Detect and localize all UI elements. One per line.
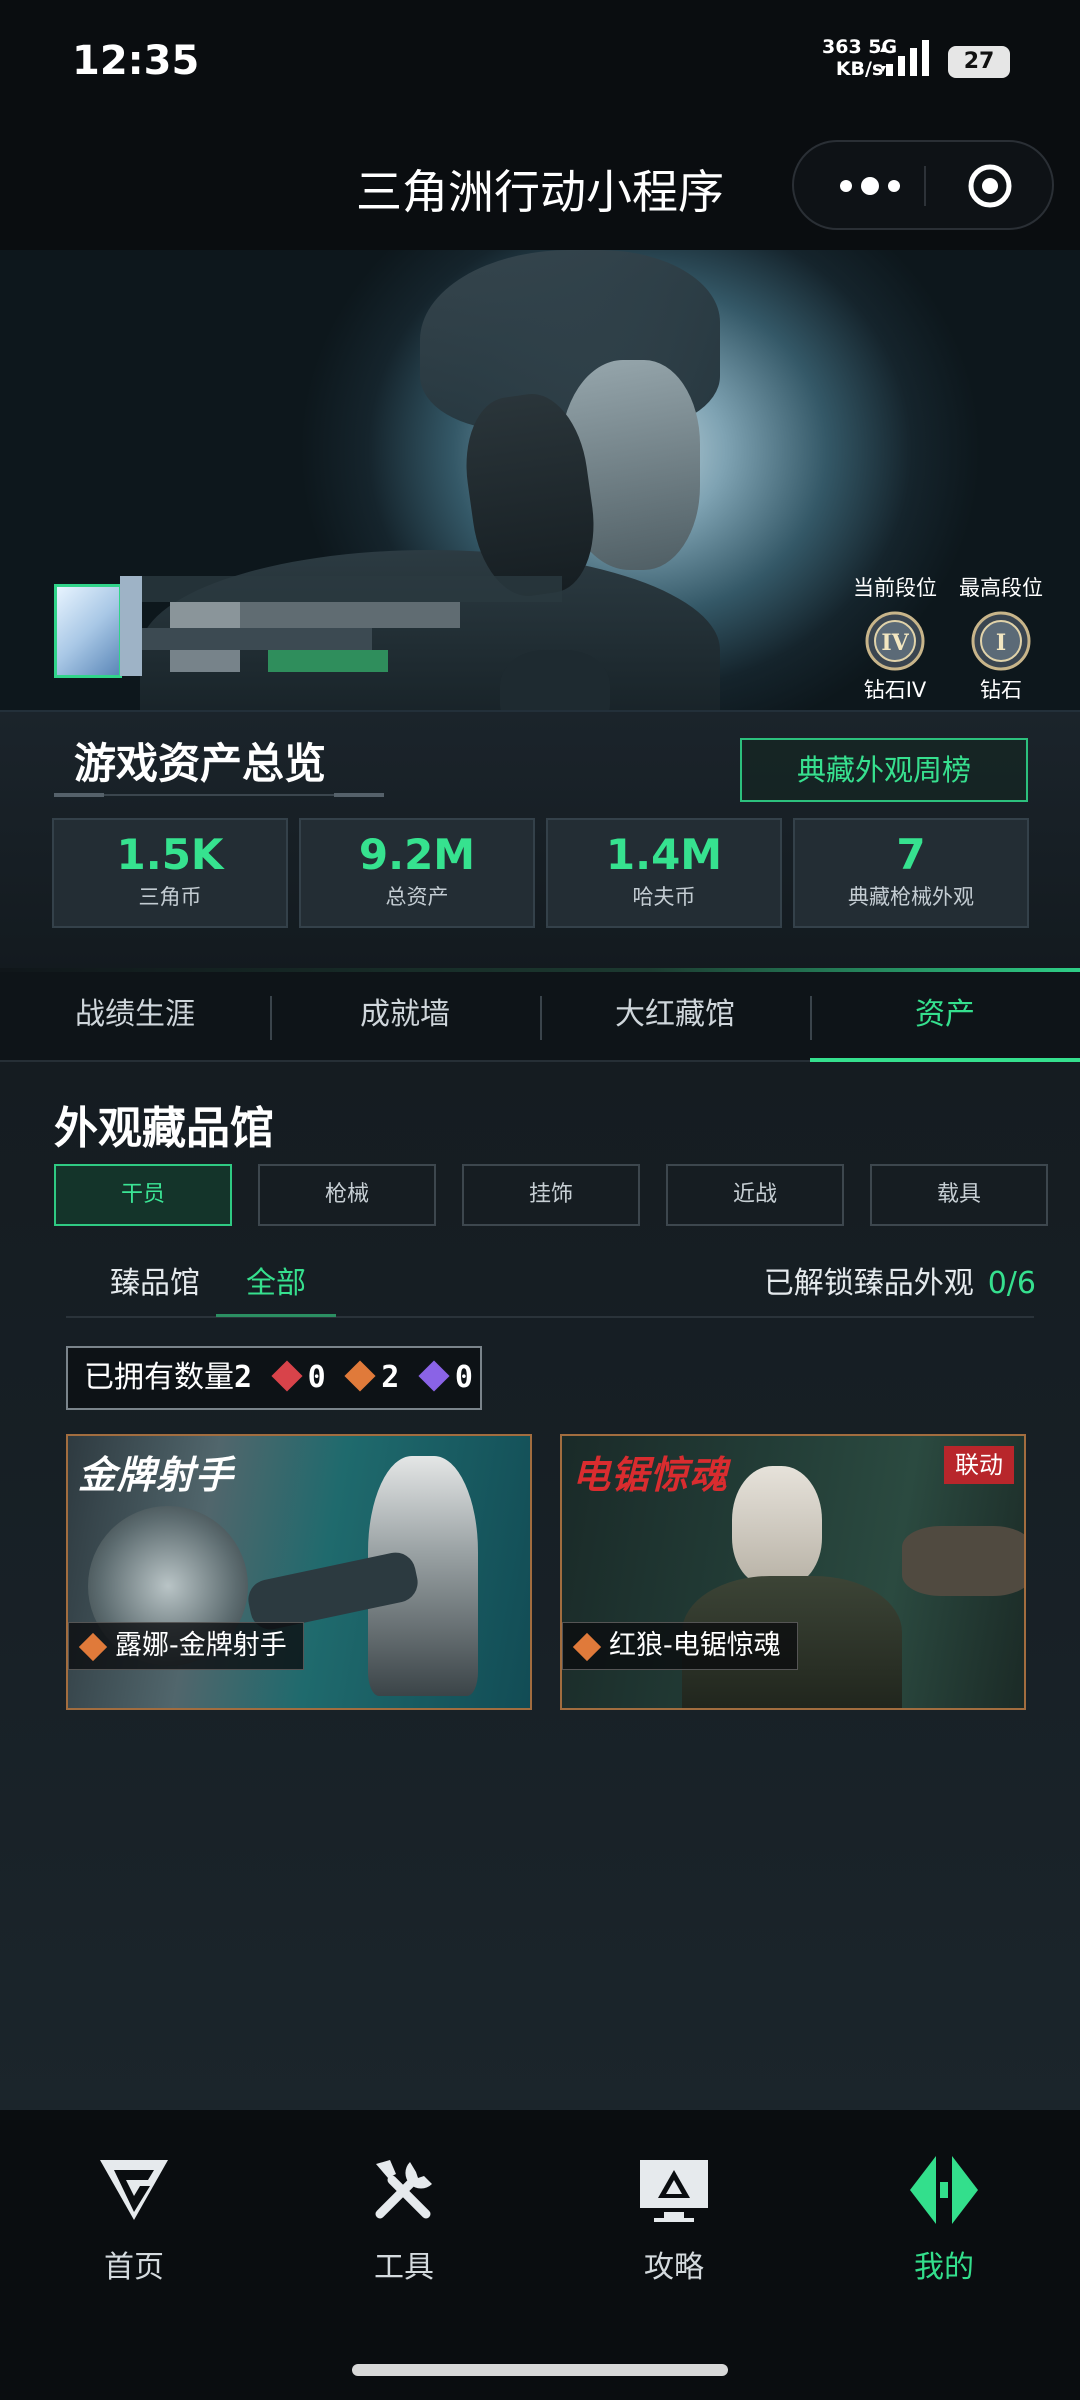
collab-badge: 联动 <box>944 1446 1014 1484</box>
tab-assets[interactable]: 资产 <box>810 972 1080 1062</box>
signal-icon <box>880 40 929 76</box>
status-time: 12:35 <box>72 38 200 84</box>
owned-red: 0 <box>307 1360 326 1395</box>
weekly-ranking-button[interactable]: 典藏外观周榜 <box>740 738 1028 802</box>
skin-name: 露娜-金牌射手 <box>115 1630 287 1661</box>
title-underline <box>54 793 384 800</box>
stat-total-assets: 9.2M 总资产 <box>299 818 535 928</box>
bottom-navigation: 首页 工具 攻略 我的 <box>0 2110 1080 2400</box>
home-indicator[interactable] <box>352 2364 728 2376</box>
subtab-divider <box>66 1316 1034 1318</box>
asset-overview: 游戏资产总览 典藏外观周榜 1.5K 三角币 9.2M 总资产 1.4M 哈夫币… <box>0 710 1080 972</box>
stat-value: 7 <box>896 830 926 879</box>
owned-label: 已拥有数量 <box>84 1360 234 1395</box>
owned-orange: 2 <box>381 1360 400 1395</box>
current-rank-label: 当前段位 <box>853 576 937 600</box>
profile-tabs: 战绩生涯 成就墙 大红藏馆 资产 <box>0 972 1080 1062</box>
stat-label: 总资产 <box>385 885 449 909</box>
stat-label: 典藏枪械外观 <box>848 885 974 909</box>
battery-icon: 27 <box>948 46 1010 78</box>
home-logo-icon <box>100 2160 168 2220</box>
skin-card[interactable]: 金牌射手 露娜-金牌射手 <box>66 1434 532 1710</box>
nav-tools[interactable]: 工具 <box>314 2152 494 2286</box>
nav-label: 首页 <box>104 2250 164 2285</box>
purple-rarity-icon <box>418 1359 450 1392</box>
collection-title: 外观藏品馆 <box>54 1103 274 1154</box>
diamond-rank-badge-icon: IV <box>865 611 925 671</box>
orange-rarity-icon <box>572 1632 602 1662</box>
subtab-active-indicator <box>216 1314 336 1317</box>
category-operators[interactable]: 干员 <box>54 1164 232 1226</box>
profile-logo-icon <box>910 2156 978 2224</box>
stat-label: 三角币 <box>138 885 202 909</box>
more-icon[interactable] <box>830 164 910 208</box>
skin-card[interactable]: 电锯惊魂 联动 红狼-电锯惊魂 <box>560 1434 1026 1710</box>
stat-delta-coin: 1.5K 三角币 <box>52 818 288 928</box>
stat-gun-skins: 7 典藏枪械外观 <box>793 818 1029 928</box>
skin-name: 红狼-电锯惊魂 <box>609 1630 781 1661</box>
stat-value: 1.4M <box>605 830 723 879</box>
red-rarity-icon <box>271 1359 303 1392</box>
highest-rank-label: 最高段位 <box>959 576 1043 600</box>
skin-logo: 金牌射手 <box>78 1453 235 1497</box>
unlocked-count: 已解锁臻品外观 0/6 <box>764 1258 1036 1302</box>
title-bar: 三角洲行动小程序 <box>0 120 1080 250</box>
diamond-rank-badge-icon: I <box>971 611 1031 671</box>
skin-name-tag: 露娜-金牌射手 <box>68 1622 304 1670</box>
stat-value: 1.5K <box>116 830 224 879</box>
guide-icon <box>640 2160 708 2222</box>
overview-title: 游戏资产总览 <box>74 739 327 788</box>
category-charms[interactable]: 挂饰 <box>462 1164 640 1226</box>
tab-career[interactable]: 战绩生涯 <box>0 972 270 1062</box>
profile-banner: 当前段位 IV 钻石IV 最高段位 I 钻石 <box>0 250 1080 710</box>
capsule-divider <box>924 166 926 206</box>
close-miniprogram-icon[interactable] <box>966 162 1014 210</box>
category-vehicles[interactable]: 载具 <box>870 1164 1048 1226</box>
nav-label: 我的 <box>914 2250 974 2285</box>
net-speed-value: 363 <box>822 36 862 58</box>
status-bar: 12:35 363 5G KB/s 27 <box>0 0 1080 120</box>
stat-value: 9.2M <box>358 830 476 879</box>
nav-guide[interactable]: 攻略 <box>584 2152 764 2286</box>
owned-purple: 0 <box>454 1360 473 1395</box>
miniprogram-capsule <box>792 140 1054 230</box>
highest-rank-name: 钻石 <box>980 678 1022 702</box>
collection-section: 外观藏品馆 干员 枪械 挂饰 近战 载具 臻品馆 全部 已解锁臻品外观 0/6 已… <box>0 1062 1080 2110</box>
nav-label: 工具 <box>374 2250 434 2285</box>
nav-label: 攻略 <box>644 2250 704 2285</box>
category-guns[interactable]: 枪械 <box>258 1164 436 1226</box>
avatar[interactable] <box>54 584 122 678</box>
owned-count-box: 已拥有数量2 0 2 0 <box>66 1346 482 1410</box>
highest-rank-numeral: I <box>996 630 1006 656</box>
orange-rarity-icon <box>78 1632 108 1662</box>
skin-logo: 电锯惊魂 <box>572 1453 729 1497</box>
category-melee[interactable]: 近战 <box>666 1164 844 1226</box>
nav-home[interactable]: 首页 <box>44 2152 224 2286</box>
current-rank-name: 钻石IV <box>863 678 927 702</box>
owned-total: 2 <box>234 1360 253 1395</box>
stat-label: 哈夫币 <box>632 885 696 909</box>
tab-red-collection[interactable]: 大红藏馆 <box>540 972 810 1062</box>
orange-rarity-icon <box>344 1359 376 1392</box>
stat-haf-coin: 1.4M 哈夫币 <box>546 818 782 928</box>
unlocked-value: 0/6 <box>987 1266 1036 1301</box>
tab-achievements[interactable]: 成就墙 <box>270 972 540 1062</box>
nav-profile[interactable]: 我的 <box>854 2152 1034 2286</box>
subtab-premium[interactable]: 臻品馆 <box>110 1258 200 1302</box>
unlocked-label: 已解锁臻品外观 <box>763 1266 974 1301</box>
subtab-all[interactable]: 全部 <box>246 1258 306 1302</box>
skin-name-tag: 红狼-电锯惊魂 <box>562 1622 798 1670</box>
current-rank-numeral: IV <box>881 630 909 656</box>
highest-rank: 最高段位 I 钻石 <box>946 572 1056 704</box>
current-rank: 当前段位 IV 钻石IV <box>840 572 950 704</box>
tools-icon <box>375 2160 432 2219</box>
